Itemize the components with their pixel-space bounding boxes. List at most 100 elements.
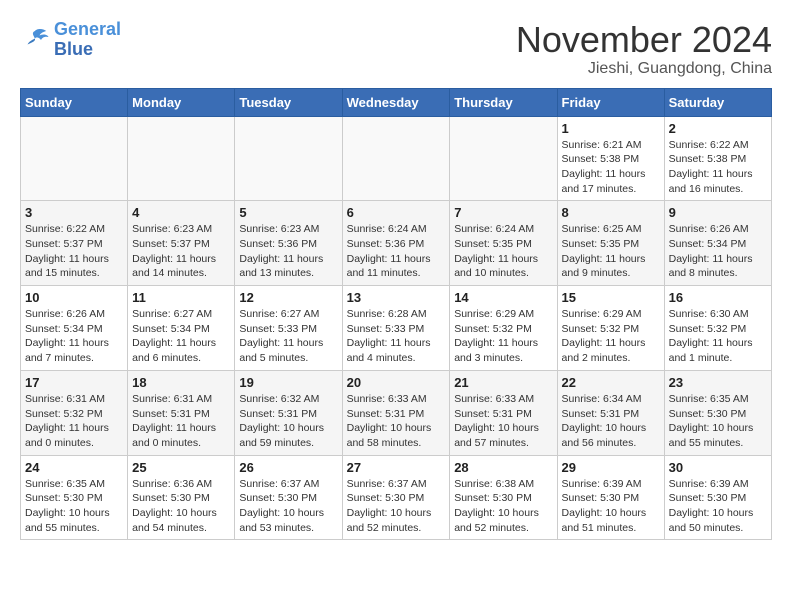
logo-text: General Blue — [54, 20, 121, 60]
day-info: Sunrise: 6:32 AMSunset: 5:31 PMDaylight:… — [239, 392, 337, 451]
weekday-header-monday: Monday — [128, 88, 235, 116]
day-info: Sunrise: 6:29 AMSunset: 5:32 PMDaylight:… — [454, 307, 552, 366]
day-info: Sunrise: 6:35 AMSunset: 5:30 PMDaylight:… — [25, 477, 123, 536]
day-info: Sunrise: 6:34 AMSunset: 5:31 PMDaylight:… — [562, 392, 660, 451]
day-number: 8 — [562, 205, 660, 220]
calendar-body: 1 Sunrise: 6:21 AMSunset: 5:38 PMDaylight… — [21, 116, 772, 540]
calendar-cell: 22 Sunrise: 6:34 AMSunset: 5:31 PMDayligh… — [557, 370, 664, 455]
day-number: 1 — [562, 121, 660, 136]
calendar-week-2: 3Sunrise: 6:22 AMSunset: 5:37 PMDaylight… — [21, 201, 772, 286]
calendar-cell: 28 Sunrise: 6:38 AMSunset: 5:30 PMDayligh… — [450, 455, 557, 540]
calendar-cell — [128, 116, 235, 201]
calendar-cell: 29 Sunrise: 6:39 AMSunset: 5:30 PMDayligh… — [557, 455, 664, 540]
day-number: 19 — [239, 375, 337, 390]
calendar-cell: 4Sunrise: 6:23 AMSunset: 5:37 PMDaylight… — [128, 201, 235, 286]
calendar-cell: 3Sunrise: 6:22 AMSunset: 5:37 PMDaylight… — [21, 201, 128, 286]
calendar-cell: 12 Sunrise: 6:27 AMSunset: 5:33 PMDayligh… — [235, 286, 342, 371]
day-number: 13 — [347, 290, 446, 305]
day-number: 26 — [239, 460, 337, 475]
day-info: Sunrise: 6:38 AMSunset: 5:30 PMDaylight:… — [454, 477, 552, 536]
calendar-cell: 10 Sunrise: 6:26 AMSunset: 5:34 PMDayligh… — [21, 286, 128, 371]
day-number: 15 — [562, 290, 660, 305]
calendar-cell: 25 Sunrise: 6:36 AMSunset: 5:30 PMDayligh… — [128, 455, 235, 540]
calendar-cell: 20Sunrise: 6:33 AMSunset: 5:31 PMDayligh… — [342, 370, 450, 455]
calendar-cell: 5 Sunrise: 6:23 AMSunset: 5:36 PMDaylight… — [235, 201, 342, 286]
day-info: Sunrise: 6:31 AMSunset: 5:32 PMDaylight:… — [25, 392, 123, 451]
calendar-cell: 8 Sunrise: 6:25 AMSunset: 5:35 PMDaylight… — [557, 201, 664, 286]
calendar-cell: 1 Sunrise: 6:21 AMSunset: 5:38 PMDaylight… — [557, 116, 664, 201]
weekday-header-wednesday: Wednesday — [342, 88, 450, 116]
calendar-cell: 13 Sunrise: 6:28 AMSunset: 5:33 PMDayligh… — [342, 286, 450, 371]
calendar-cell: 19 Sunrise: 6:32 AMSunset: 5:31 PMDayligh… — [235, 370, 342, 455]
day-number: 11 — [132, 290, 230, 305]
day-info: Sunrise: 6:25 AMSunset: 5:35 PMDaylight:… — [562, 222, 660, 281]
day-info: Sunrise: 6:26 AMSunset: 5:34 PMDaylight:… — [25, 307, 123, 366]
day-number: 10 — [25, 290, 123, 305]
weekday-header-friday: Friday — [557, 88, 664, 116]
calendar-cell — [450, 116, 557, 201]
calendar-cell: 7Sunrise: 6:24 AMSunset: 5:35 PMDaylight… — [450, 201, 557, 286]
month-title: November 2024 — [516, 20, 772, 60]
calendar-cell: 18 Sunrise: 6:31 AMSunset: 5:31 PMDayligh… — [128, 370, 235, 455]
location-title: Jieshi, Guangdong, China — [516, 60, 772, 78]
calendar-cell — [21, 116, 128, 201]
logo-bird-icon — [20, 25, 50, 55]
day-info: Sunrise: 6:24 AMSunset: 5:36 PMDaylight:… — [347, 222, 446, 281]
weekday-header-sunday: Sunday — [21, 88, 128, 116]
day-number: 17 — [25, 375, 123, 390]
calendar-cell: 17 Sunrise: 6:31 AMSunset: 5:32 PMDayligh… — [21, 370, 128, 455]
calendar-cell: 15 Sunrise: 6:29 AMSunset: 5:32 PMDayligh… — [557, 286, 664, 371]
calendar-week-3: 10 Sunrise: 6:26 AMSunset: 5:34 PMDayligh… — [21, 286, 772, 371]
day-number: 24 — [25, 460, 123, 475]
calendar-header-row: SundayMondayTuesdayWednesdayThursdayFrid… — [21, 88, 772, 116]
calendar-cell: 26Sunrise: 6:37 AMSunset: 5:30 PMDayligh… — [235, 455, 342, 540]
day-number: 20 — [347, 375, 446, 390]
calendar-cell: 27 Sunrise: 6:37 AMSunset: 5:30 PMDayligh… — [342, 455, 450, 540]
day-info: Sunrise: 6:37 AMSunset: 5:30 PMDaylight:… — [347, 477, 446, 536]
day-number: 29 — [562, 460, 660, 475]
day-number: 7 — [454, 205, 552, 220]
day-info: Sunrise: 6:27 AMSunset: 5:33 PMDaylight:… — [239, 307, 337, 366]
day-info: Sunrise: 6:21 AMSunset: 5:38 PMDaylight:… — [562, 138, 660, 197]
calendar-week-4: 17 Sunrise: 6:31 AMSunset: 5:32 PMDayligh… — [21, 370, 772, 455]
calendar-cell — [235, 116, 342, 201]
day-number: 12 — [239, 290, 337, 305]
day-info: Sunrise: 6:31 AMSunset: 5:31 PMDaylight:… — [132, 392, 230, 451]
day-number: 23 — [669, 375, 767, 390]
calendar-cell: 24 Sunrise: 6:35 AMSunset: 5:30 PMDayligh… — [21, 455, 128, 540]
day-info: Sunrise: 6:36 AMSunset: 5:30 PMDaylight:… — [132, 477, 230, 536]
day-info: Sunrise: 6:26 AMSunset: 5:34 PMDaylight:… — [669, 222, 767, 281]
day-number: 22 — [562, 375, 660, 390]
day-info: Sunrise: 6:29 AMSunset: 5:32 PMDaylight:… — [562, 307, 660, 366]
calendar-cell: 9Sunrise: 6:26 AMSunset: 5:34 PMDaylight… — [664, 201, 771, 286]
weekday-header-thursday: Thursday — [450, 88, 557, 116]
day-number: 5 — [239, 205, 337, 220]
day-number: 6 — [347, 205, 446, 220]
calendar-cell: 23Sunrise: 6:35 AMSunset: 5:30 PMDayligh… — [664, 370, 771, 455]
day-number: 4 — [132, 205, 230, 220]
day-number: 27 — [347, 460, 446, 475]
day-number: 16 — [669, 290, 767, 305]
day-number: 25 — [132, 460, 230, 475]
calendar-week-1: 1 Sunrise: 6:21 AMSunset: 5:38 PMDaylight… — [21, 116, 772, 201]
calendar-cell: 16Sunrise: 6:30 AMSunset: 5:32 PMDayligh… — [664, 286, 771, 371]
day-info: Sunrise: 6:22 AMSunset: 5:38 PMDaylight:… — [669, 138, 767, 197]
day-info: Sunrise: 6:27 AMSunset: 5:34 PMDaylight:… — [132, 307, 230, 366]
day-number: 18 — [132, 375, 230, 390]
title-block: November 2024 Jieshi, Guangdong, China — [516, 20, 772, 78]
calendar-cell: 6 Sunrise: 6:24 AMSunset: 5:36 PMDaylight… — [342, 201, 450, 286]
page-header: General Blue November 2024 Jieshi, Guang… — [20, 20, 772, 78]
calendar-cell — [342, 116, 450, 201]
day-number: 14 — [454, 290, 552, 305]
day-number: 28 — [454, 460, 552, 475]
calendar-week-5: 24 Sunrise: 6:35 AMSunset: 5:30 PMDayligh… — [21, 455, 772, 540]
calendar-cell: 30Sunrise: 6:39 AMSunset: 5:30 PMDayligh… — [664, 455, 771, 540]
day-number: 21 — [454, 375, 552, 390]
day-info: Sunrise: 6:39 AMSunset: 5:30 PMDaylight:… — [562, 477, 660, 536]
calendar-cell: 21Sunrise: 6:33 AMSunset: 5:31 PMDayligh… — [450, 370, 557, 455]
day-info: Sunrise: 6:23 AMSunset: 5:36 PMDaylight:… — [239, 222, 337, 281]
weekday-header-tuesday: Tuesday — [235, 88, 342, 116]
calendar-cell: 11 Sunrise: 6:27 AMSunset: 5:34 PMDayligh… — [128, 286, 235, 371]
day-info: Sunrise: 6:28 AMSunset: 5:33 PMDaylight:… — [347, 307, 446, 366]
calendar-cell: 2Sunrise: 6:22 AMSunset: 5:38 PMDaylight… — [664, 116, 771, 201]
